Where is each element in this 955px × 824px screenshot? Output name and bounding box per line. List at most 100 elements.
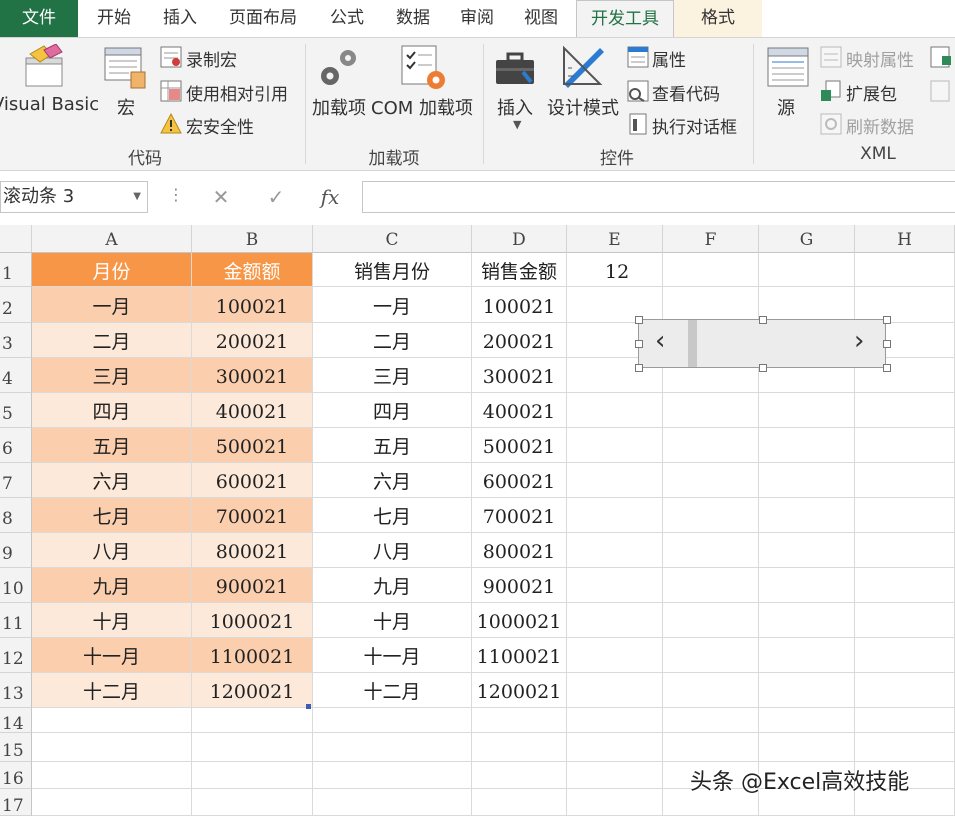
cell[interactable] xyxy=(472,789,567,816)
row-header[interactable]: 3 xyxy=(0,323,32,358)
refresh-data-button[interactable]: 刷新数据 xyxy=(846,113,914,138)
row-header[interactable]: 11 xyxy=(0,603,32,638)
tab-6[interactable]: 审阅 xyxy=(446,0,508,37)
table-cell[interactable]: 800021 xyxy=(192,533,313,568)
table-header-cell[interactable]: 销售月份 xyxy=(313,253,472,287)
table-cell[interactable]: 二月 xyxy=(32,323,192,358)
cell[interactable] xyxy=(567,638,663,673)
tab-9[interactable]: 格式 xyxy=(674,0,762,37)
table-cell[interactable]: 十二月 xyxy=(313,673,472,708)
table-cell[interactable]: 1100021 xyxy=(472,638,567,673)
cell[interactable] xyxy=(759,253,855,287)
tab-5[interactable]: 数据 xyxy=(380,0,446,37)
worksheet-grid[interactable]: A B C D E F G H 1 2 3 4 5 6 7 8 9 10 11 12 13 14 15 16 17 月份 金额额 销售… xyxy=(0,225,955,816)
row-header[interactable]: 16 xyxy=(0,762,32,789)
tab-7[interactable]: 视图 xyxy=(508,0,574,37)
cell[interactable] xyxy=(472,708,567,733)
column-header[interactable]: D xyxy=(472,225,567,253)
table-cell[interactable]: 六月 xyxy=(313,463,472,498)
visual-basic-button[interactable]: Visual Basic xyxy=(0,94,99,115)
row-header[interactable]: 5 xyxy=(0,393,32,428)
xml-import-icon[interactable] xyxy=(930,46,952,68)
cell[interactable] xyxy=(855,533,955,568)
table-cell[interactable]: 600021 xyxy=(472,463,567,498)
relative-reference-button[interactable]: 使用相对引用 xyxy=(186,80,288,105)
table-header-cell[interactable]: 月份 xyxy=(32,253,192,287)
cell[interactable] xyxy=(663,287,759,323)
tab-0[interactable]: 文件 xyxy=(0,0,78,37)
expansion-packs-button[interactable]: 扩展包 xyxy=(846,80,897,105)
cell[interactable] xyxy=(313,733,472,762)
table-cell[interactable]: 100021 xyxy=(472,287,567,323)
xml-export-icon[interactable] xyxy=(930,80,952,102)
table-cell[interactable]: 800021 xyxy=(472,533,567,568)
table-cell[interactable]: 900021 xyxy=(472,568,567,603)
cell[interactable] xyxy=(663,533,759,568)
cell[interactable] xyxy=(855,393,955,428)
cell[interactable] xyxy=(855,287,955,323)
macros-button[interactable]: 宏 xyxy=(117,94,135,120)
cell[interactable] xyxy=(855,603,955,638)
scrollbar-control[interactable]: ‹ › xyxy=(635,316,891,372)
table-cell[interactable]: 五月 xyxy=(32,428,192,463)
record-macro-button[interactable]: 录制宏 xyxy=(186,46,237,71)
tab-1[interactable]: 开始 xyxy=(78,0,150,37)
cell[interactable] xyxy=(192,762,313,789)
design-mode-icon[interactable] xyxy=(560,44,608,90)
table-cell[interactable]: 1000021 xyxy=(192,603,313,638)
cell[interactable] xyxy=(855,463,955,498)
row-header[interactable]: 2 xyxy=(0,287,32,323)
cell[interactable] xyxy=(855,638,955,673)
table-cell[interactable]: 1200021 xyxy=(192,673,313,708)
cell[interactable] xyxy=(567,762,663,789)
column-header[interactable]: B xyxy=(192,225,313,253)
table-cell[interactable]: 600021 xyxy=(192,463,313,498)
table-header-cell[interactable]: 金额额 xyxy=(192,253,313,287)
cell[interactable] xyxy=(663,463,759,498)
macros-icon[interactable] xyxy=(103,46,149,92)
cell-e1[interactable]: 12 xyxy=(567,253,663,287)
table-cell[interactable]: 三月 xyxy=(32,358,192,393)
cell[interactable] xyxy=(567,287,663,323)
column-header[interactable]: E xyxy=(567,225,663,253)
cell[interactable] xyxy=(663,733,759,762)
table-cell[interactable]: 十一月 xyxy=(32,638,192,673)
table-cell[interactable]: 1200021 xyxy=(472,673,567,708)
table-cell[interactable]: 400021 xyxy=(472,393,567,428)
table-cell[interactable]: 八月 xyxy=(32,533,192,568)
table-cell[interactable]: 十月 xyxy=(32,603,192,638)
cell[interactable] xyxy=(855,733,955,762)
cell[interactable] xyxy=(567,498,663,533)
toolbox-icon[interactable] xyxy=(493,46,539,92)
table-cell[interactable]: 100021 xyxy=(192,287,313,323)
com-addins-button[interactable]: COM 加载项 xyxy=(371,94,473,120)
cell[interactable] xyxy=(663,603,759,638)
row-header[interactable]: 15 xyxy=(0,733,32,762)
visual-basic-icon[interactable] xyxy=(22,44,68,90)
addins-button[interactable]: 加载项 xyxy=(312,94,366,120)
cell[interactable] xyxy=(472,733,567,762)
table-cell[interactable]: 四月 xyxy=(313,393,472,428)
table-cell[interactable]: 300021 xyxy=(472,358,567,393)
name-box[interactable]: 滚动条 3 ▼ xyxy=(0,181,148,213)
xml-source-icon[interactable] xyxy=(766,46,810,90)
column-header[interactable]: C xyxy=(313,225,472,253)
cell[interactable] xyxy=(759,708,855,733)
view-code-button[interactable]: 查看代码 xyxy=(652,80,720,105)
cell[interactable] xyxy=(663,428,759,463)
cell[interactable] xyxy=(855,253,955,287)
row-header[interactable]: 7 xyxy=(0,463,32,498)
design-mode-button[interactable]: 设计模式 xyxy=(547,94,619,120)
scroll-thumb[interactable] xyxy=(688,320,697,367)
table-header-cell[interactable]: 销售金额 xyxy=(472,253,567,287)
resize-handle[interactable] xyxy=(883,316,891,324)
cell[interactable] xyxy=(567,533,663,568)
fill-handle[interactable] xyxy=(306,704,311,709)
cell[interactable] xyxy=(472,762,567,789)
cell[interactable] xyxy=(759,463,855,498)
xml-source-button[interactable]: 源 xyxy=(777,94,795,120)
cell[interactable] xyxy=(759,287,855,323)
cell[interactable] xyxy=(663,498,759,533)
table-cell[interactable]: 1100021 xyxy=(192,638,313,673)
resize-handle[interactable] xyxy=(759,316,767,324)
